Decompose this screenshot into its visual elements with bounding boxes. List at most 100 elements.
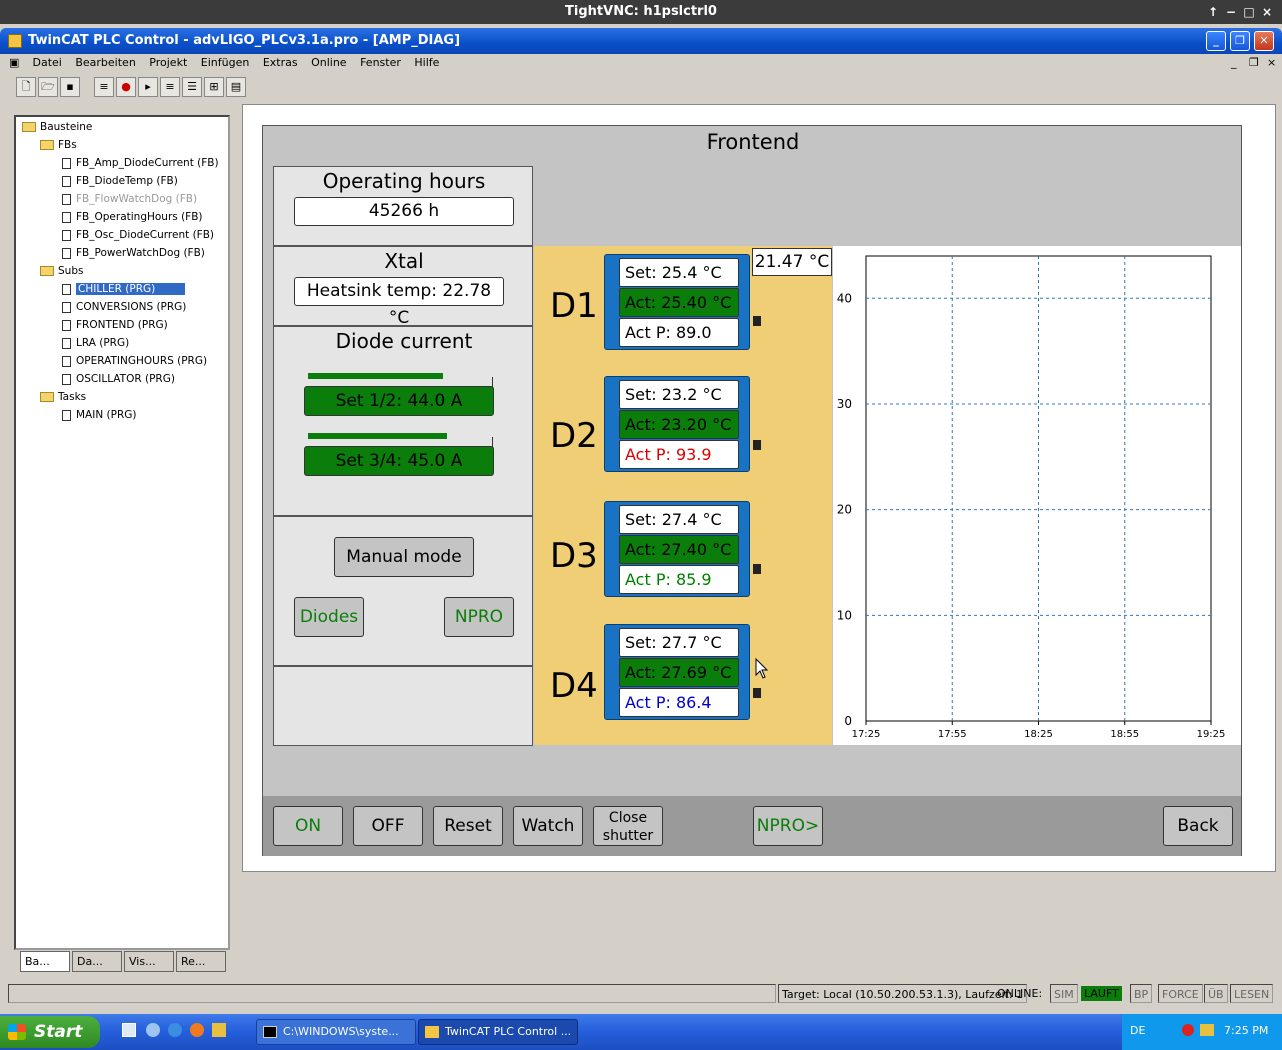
app-restore-button[interactable]: ❐ [1230, 31, 1250, 51]
app-close-button[interactable]: ✕ [1254, 31, 1274, 51]
npro-next-button[interactable]: NPRO> [753, 806, 823, 846]
login-icon[interactable]: ≡ [94, 77, 114, 97]
on-button[interactable]: ON [273, 806, 343, 846]
app-quicklaunch-icon[interactable] [212, 1023, 226, 1037]
tree-item[interactable]: MAIN (PRG) [62, 407, 137, 423]
watch-button[interactable]: Watch [513, 806, 583, 846]
menu-fenster[interactable]: Fenster [355, 54, 406, 72]
app-minimize-button[interactable]: _ [1206, 31, 1226, 51]
back-button[interactable]: Back [1163, 806, 1233, 846]
tree-item[interactable]: FRONTEND (PRG) [62, 317, 168, 333]
off-button[interactable]: OFF [353, 806, 423, 846]
taskbar-item-cmd[interactable]: C:\WINDOWS\syste... [256, 1019, 416, 1045]
tree-item[interactable]: OSCILLATOR (PRG) [62, 371, 175, 387]
taskbar-item-label: C:\WINDOWS\syste... [283, 1025, 399, 1038]
document-icon [62, 373, 71, 385]
document-icon [62, 193, 71, 205]
breakpoint-icon[interactable]: ☰ [182, 77, 202, 97]
tree-item[interactable]: FB_Amp_DiodeCurrent (FB) [62, 155, 219, 171]
tree-item[interactable]: FB_PowerWatchDog (FB) [62, 245, 205, 261]
menu-online[interactable]: Online [306, 54, 351, 72]
open-folder-icon[interactable]: 🗁 [38, 77, 58, 97]
tab-bausteine[interactable]: Ba... [20, 951, 70, 972]
new-file-icon[interactable]: 🗋 [16, 77, 36, 97]
tree-item-label-selected: CHILLER (PRG) [76, 283, 186, 295]
network-icon[interactable]: ⊞ [204, 77, 224, 97]
save-icon[interactable]: ▪ [60, 77, 80, 97]
menu-datei[interactable]: Datei [28, 54, 67, 72]
tree-root[interactable]: Bausteine [22, 119, 92, 135]
tree-item-label: FB_FlowWatchDog (FB) [76, 193, 198, 205]
mdi-restore-icon[interactable]: ❐ [1244, 54, 1264, 72]
operating-hours-label: Operating hours [322, 169, 486, 193]
tree-item[interactable]: LRA (PRG) [62, 335, 129, 351]
diode-box-d4: Set: 27.7 °C Act: 27.69 °C Act P: 86.4 [604, 624, 750, 720]
language-indicator[interactable]: DE [1130, 1024, 1145, 1037]
document-icon [62, 211, 71, 223]
close-shutter-line1: Close [608, 810, 648, 826]
diodes-button[interactable]: Diodes [294, 597, 364, 637]
mdi-minimize-icon[interactable]: _ [1226, 54, 1242, 72]
set-12-button[interactable]: Set 1/2: 44.0 A [304, 386, 494, 416]
manual-mode-button[interactable]: Manual mode [334, 537, 474, 577]
tree-item-label: CONVERSIONS (PRG) [76, 301, 187, 313]
tree-folder-tasks[interactable]: Tasks [40, 389, 86, 405]
document-icon [62, 229, 71, 241]
run-icon[interactable]: ▸ [138, 77, 158, 97]
security-tray-icon[interactable] [1182, 1024, 1194, 1036]
document-menu-icon[interactable]: ▣ [4, 54, 24, 72]
d2-set: Set: 23.2 °C [619, 380, 739, 409]
status-target: Target: Local (10.50.200.53.1.3), Laufze… [778, 984, 1028, 1003]
tree-item[interactable]: FB_FlowWatchDog (FB) [62, 191, 197, 207]
vnc-up-icon[interactable]: ↑ [1204, 0, 1222, 24]
menu-einfuegen[interactable]: Einfügen [196, 54, 255, 72]
vnc-title-bar: TightVNC: h1pslctrl0 ↑ − □ × [0, 0, 1282, 24]
tree-item-label: OPERATINGHOURS (PRG) [76, 355, 208, 367]
tree-item[interactable]: OPERATINGHOURS (PRG) [62, 353, 207, 369]
d1-act: Act: 25.40 °C [619, 288, 739, 317]
diode-box-d3: Set: 27.4 °C Act: 27.40 °C Act P: 85.9 [604, 501, 750, 597]
mdi-close-icon[interactable]: × [1262, 54, 1281, 72]
menu-projekt[interactable]: Projekt [144, 54, 192, 72]
tree-item[interactable]: FB_Osc_DiodeCurrent (FB) [62, 227, 214, 243]
d1-set: Set: 25.4 °C [619, 258, 739, 287]
step-icon[interactable]: ≡ [160, 77, 180, 97]
tree-folder-subs[interactable]: Subs [40, 263, 83, 279]
d2-act: Act: 23.20 °C [619, 410, 739, 439]
menu-hilfe[interactable]: Hilfe [409, 54, 444, 72]
taskbar-item-twincat[interactable]: TwinCAT PLC Control ... [418, 1019, 578, 1045]
close-shutter-button[interactable]: Close shutter [593, 806, 663, 846]
ie-icon[interactable] [168, 1023, 182, 1037]
tree-item[interactable]: CONVERSIONS (PRG) [62, 299, 186, 315]
menu-extras[interactable]: Extras [258, 54, 303, 72]
folder-icon [40, 140, 54, 150]
vnc-maximize-icon[interactable]: □ [1240, 0, 1258, 24]
status-force: FORCE [1158, 984, 1203, 1003]
npro-button[interactable]: NPRO [444, 597, 514, 637]
connector-icon [753, 440, 761, 450]
tree-folder-fbs[interactable]: FBs [40, 137, 77, 153]
tree-item-label: FB_Osc_DiodeCurrent (FB) [76, 229, 215, 241]
start-button[interactable]: Start [0, 1016, 100, 1048]
stop-icon[interactable]: ● [116, 77, 136, 97]
d3-actp: Act P: 85.9 [619, 565, 739, 594]
reset-button[interactable]: Reset [433, 806, 503, 846]
document-icon [62, 319, 71, 331]
show-desktop-icon[interactable] [122, 1023, 136, 1037]
twincat-tray-icon[interactable] [1200, 1024, 1214, 1036]
tree-item[interactable]: FB_DiodeTemp (FB) [62, 173, 178, 189]
quicklaunch-icon[interactable] [146, 1023, 160, 1037]
menu-bearbeiten[interactable]: Bearbeiten [70, 54, 140, 72]
tab-datentypen[interactable]: Da... [72, 951, 122, 972]
tree-item[interactable]: FB_OperatingHours (FB) [62, 209, 203, 225]
document-icon [62, 157, 71, 169]
tab-ressourcen[interactable]: Re... [176, 951, 226, 972]
taskbar-item-label: TwinCAT PLC Control ... [445, 1025, 572, 1038]
firefox-icon[interactable] [190, 1023, 204, 1037]
monitor-icon[interactable]: ▤ [226, 77, 246, 97]
vnc-close-icon[interactable]: × [1258, 0, 1276, 24]
vnc-minimize-icon[interactable]: − [1222, 0, 1240, 24]
tree-item[interactable]: CHILLER (PRG) [62, 281, 186, 297]
set-34-button[interactable]: Set 3/4: 45.0 A [304, 446, 494, 476]
tab-visualisierungen[interactable]: Vis... [124, 951, 174, 972]
